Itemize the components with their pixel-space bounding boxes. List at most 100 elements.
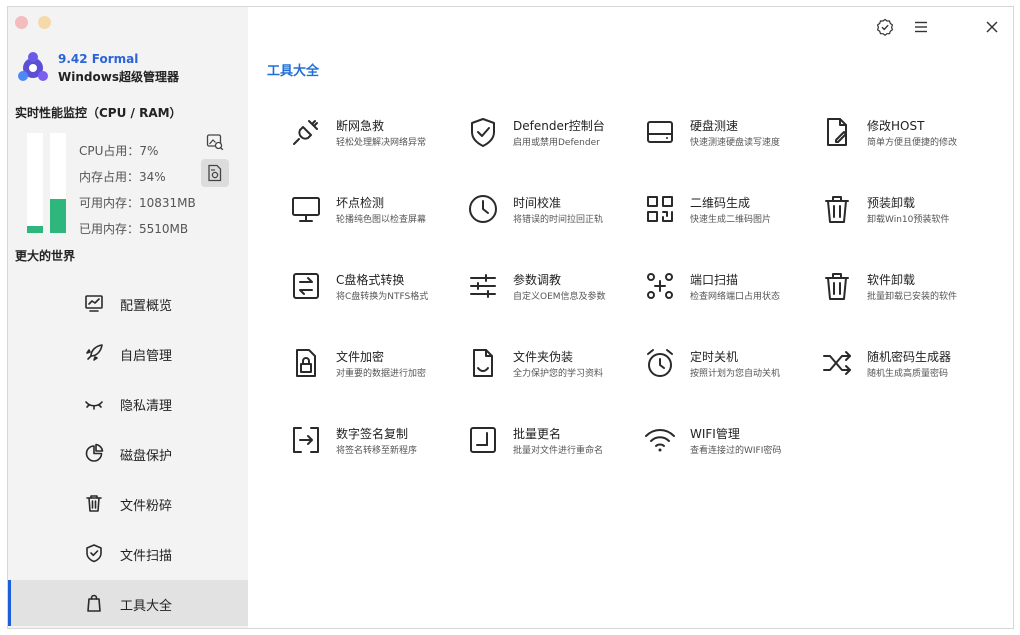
plug-icon	[289, 115, 323, 149]
file-tool-button[interactable]	[201, 159, 229, 187]
sidebar-item[interactable]: 隐私清理	[8, 380, 248, 426]
tool-name: WIFI管理	[690, 427, 740, 441]
tool-name: 软件卸载	[867, 273, 916, 287]
tool-item[interactable]: 时间校准 将错误的时间拉回正轨	[466, 192, 636, 242]
tool-item[interactable]: 软件卸载 批量卸载已安装的软件	[820, 269, 990, 319]
tool-description: 轻松处理解决网络异常	[336, 138, 427, 148]
sidebar-item[interactable]: 磁盘保护	[8, 430, 248, 476]
image-search-icon	[206, 134, 224, 151]
tool-name: 文件夹伪装	[513, 350, 574, 364]
sidebar-item-label: 磁盘保护	[120, 449, 173, 464]
rename-icon	[466, 423, 500, 457]
tool-name: 端口扫描	[690, 273, 739, 287]
main-panel: 工具大全 断网急救 轻松处理解决网络异常 Defender控制台 启用或禁用De…	[248, 7, 1013, 628]
tool-description: 查看连接过的WIFI密码	[690, 446, 782, 456]
tool-item[interactable]: 预装卸载 卸载Win10预装软件	[820, 192, 990, 242]
sidebar-item-label: 自启管理	[120, 349, 173, 364]
file-lock-icon	[289, 346, 323, 380]
tool-description: 对重要的数据进行加密	[336, 369, 427, 379]
tool-item[interactable]: 数字签名复制 将签名转移至新程序	[289, 423, 459, 473]
bag-icon	[84, 593, 104, 613]
sidebar-item-label: 工具大全	[120, 599, 173, 614]
tool-item[interactable]: 批量更名 批量对文件进行重命名	[466, 423, 636, 473]
sidebar-item-label: 文件扫描	[120, 549, 173, 564]
tool-item[interactable]: 文件加密 对重要的数据进行加密	[289, 346, 459, 396]
memory-usage-bar	[50, 133, 66, 233]
sidebar-item[interactable]: 文件扫描	[8, 530, 248, 576]
convert-icon	[289, 269, 323, 303]
sidebar-item[interactable]: 配置概览	[8, 280, 248, 326]
tool-description: 将错误的时间拉回正轨	[513, 215, 604, 225]
sidebar-item-label: 文件粉碎	[120, 499, 173, 514]
trash-icon	[84, 493, 104, 513]
minimize-window-button[interactable]	[38, 16, 51, 29]
file-settings-icon	[208, 164, 222, 182]
close-button[interactable]	[982, 17, 1002, 37]
tool-name: 时间校准	[513, 196, 562, 210]
tool-description: 随机生成高质量密码	[867, 369, 949, 379]
tool-description: 批量卸载已安装的软件	[867, 292, 958, 302]
tool-item[interactable]: C盘格式转换 将C盘转换为NTFS格式	[289, 269, 459, 319]
tool-item[interactable]: 修改HOST 简单方便且便捷的修改	[820, 115, 990, 165]
app-name: Windows超级管理器	[58, 70, 179, 84]
hamburger-menu-icon	[915, 21, 927, 33]
tool-name: 硬盘测速	[690, 119, 739, 133]
available-memory-text: 可用内存：10831MB	[79, 196, 196, 210]
tool-item[interactable]: 二维码生成 快速生成二维码图片	[643, 192, 813, 242]
app-window: 9.42 Formal Windows超级管理器 实时性能监控（CPU / RA…	[7, 6, 1014, 629]
qrcode-icon	[643, 192, 677, 226]
tool-description: 检查网络端口占用状态	[690, 292, 781, 302]
rocket-icon	[84, 343, 104, 363]
sidebar-item-label: 配置概览	[120, 299, 173, 314]
memory-usage-text: 内存占用：34%	[79, 170, 166, 184]
tool-description: 简单方便且便捷的修改	[867, 138, 958, 148]
tool-description: 全力保护您的学习资料	[513, 369, 604, 379]
pie-icon	[84, 443, 104, 463]
tool-description: 轮播纯色图以检查屏幕	[336, 215, 427, 225]
tool-item[interactable]: 定时关机 按照计划为您自动关机	[643, 346, 813, 396]
sidebar-item[interactable]: 工具大全	[8, 580, 248, 626]
tool-name: 随机密码生成器	[867, 350, 952, 364]
tool-name: 批量更名	[513, 427, 562, 441]
tool-item[interactable]: Defender控制台 启用或禁用Defender	[466, 115, 636, 165]
menu-button[interactable]	[911, 17, 931, 37]
page-title: 工具大全	[267, 64, 320, 79]
used-memory-text: 已用内存：5510MB	[79, 222, 189, 236]
tool-item[interactable]: 硬盘测速 快速测速硬盘读写速度	[643, 115, 813, 165]
tool-name: Defender控制台	[513, 119, 605, 133]
system-info-button[interactable]	[201, 128, 229, 156]
sidebar-item-label: 隐私清理	[120, 399, 173, 414]
tool-name: 定时关机	[690, 350, 739, 364]
tool-item[interactable]: 文件夹伪装 全力保护您的学习资料	[466, 346, 636, 396]
tool-item[interactable]: 端口扫描 检查网络端口占用状态	[643, 269, 813, 319]
shield-check-icon	[466, 115, 500, 149]
file-edit-icon	[820, 115, 854, 149]
eye-closed-icon	[84, 393, 104, 413]
sidebar-item[interactable]: 自启管理	[8, 330, 248, 376]
trash-icon	[820, 269, 854, 303]
alarm-icon	[643, 346, 677, 380]
trash-icon	[820, 192, 854, 226]
cpu-usage-fill	[27, 226, 43, 233]
tool-name: 坏点检测	[336, 196, 385, 210]
tool-item[interactable]: WIFI管理 查看连接过的WIFI密码	[643, 423, 813, 473]
sidebar-item[interactable]: 文件粉碎	[8, 480, 248, 526]
shield-icon	[84, 543, 104, 563]
wifi-icon	[643, 423, 677, 457]
sign-transfer-icon	[289, 423, 323, 457]
tool-item[interactable]: 坏点检测 轮播纯色图以检查屏幕	[289, 192, 459, 242]
harddisk-icon	[643, 115, 677, 149]
file-eye-icon	[466, 346, 500, 380]
tool-item[interactable]: 参数调教 自定义OEM信息及参数	[466, 269, 636, 319]
chart-icon	[84, 293, 104, 313]
tool-item[interactable]: 随机密码生成器 随机生成高质量密码	[820, 346, 990, 396]
tool-description: 快速测速硬盘读写速度	[690, 138, 781, 148]
tool-description: 将签名转移至新程序	[336, 446, 418, 456]
network-icon	[643, 269, 677, 303]
verified-button[interactable]	[875, 17, 895, 37]
tool-description: 将C盘转换为NTFS格式	[336, 292, 429, 302]
tool-description: 批量对文件进行重命名	[513, 446, 604, 456]
tool-item[interactable]: 断网急救 轻松处理解决网络异常	[289, 115, 459, 165]
monitor-icon	[289, 192, 323, 226]
close-window-button[interactable]	[15, 16, 28, 29]
